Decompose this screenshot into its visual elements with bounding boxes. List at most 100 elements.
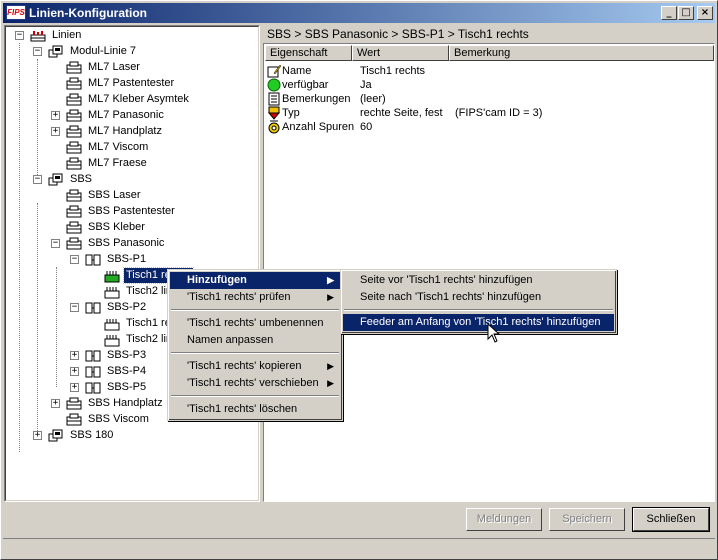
menu-item-check[interactable]: 'Tisch1 rechts' prüfen ▶ [170,289,340,306]
menu-item-label: Namen anpassen [187,334,274,346]
tree-label: SBS Handplatz [88,397,163,409]
placer-icon [85,254,101,266]
close-window-button[interactable]: × [697,6,713,20]
expand-icon[interactable]: + [70,383,79,392]
expand-icon[interactable]: + [33,431,42,440]
tree-view-frame: − Linien − Modul-Linie 7 ML7 Laser ML7 P… [5,26,259,501]
expand-icon[interactable]: + [70,367,79,376]
window-title: Linien-Konfiguration [29,6,147,20]
feeder-table-icon [104,319,120,331]
collapse-icon[interactable]: − [70,255,79,264]
property-name: Name [282,65,312,77]
menu-separator [171,352,339,354]
expand-icon[interactable]: + [51,111,60,120]
tree-label: ML7 Viscom [88,141,149,153]
property-note: (FIPS'cam ID = 3) [455,107,543,119]
menu-item-adjust-names[interactable]: Namen anpassen [170,332,340,349]
machine-icon [66,61,82,74]
feeder-table-icon [104,287,120,299]
placer-icon [85,382,101,394]
menu-item-rename[interactable]: 'Tisch1 rechts' umbenennen [170,315,340,332]
menu-item-label: 'Tisch1 rechts' prüfen [187,291,291,303]
menu-item-add-feeder-start[interactable]: Feeder am Anfang von 'Tisch1 rechts' hin… [343,314,614,331]
property-row[interactable]: Name Tisch1 rechts [266,64,706,78]
tree-label: SBS Panasonic [88,237,165,249]
property-row[interactable]: verfügbar Ja [266,78,706,92]
menu-item-label: Seite nach 'Tisch1 rechts' hinzufügen [360,291,542,303]
column-header-eigenschaft[interactable]: Eigenschaft [265,45,352,61]
column-header-bemerkung[interactable]: Bemerkung [449,45,714,61]
property-value: Tisch1 rechts [360,65,426,77]
type-icon [267,106,281,120]
menu-item-copy[interactable]: 'Tisch1 rechts' kopieren ▶ [170,358,340,375]
mouse-cursor-icon [487,323,500,343]
menu-item-add[interactable]: Hinzufügen ▶ [170,272,340,289]
tree-view[interactable]: − Linien − Modul-Linie 7 ML7 Laser ML7 P… [4,25,260,502]
menu-item-move[interactable]: 'Tisch1 rechts' verschieben ▶ [170,375,340,392]
collapse-icon[interactable]: − [33,175,42,184]
property-row[interactable]: Anzahl Spuren 60 [266,120,706,134]
close-button[interactable]: Schließen [633,508,709,531]
tree-label: ML7 Kleber Asymtek [88,93,189,105]
feeder-table-icon [104,335,120,347]
menu-item-label: 'Tisch1 rechts' kopieren [187,360,302,372]
menu-item-label: 'Tisch1 rechts' verschieben [187,377,319,389]
detail-pane: SBS > SBS Panasonic > SBS-P1 > Tisch1 re… [263,25,715,502]
maximize-button[interactable]: □ [678,6,694,20]
menu-separator [171,395,339,397]
property-row[interactable]: Typ rechte Seite, fest (FIPS'cam ID = 3) [266,106,706,120]
machine-icon [66,109,82,122]
expand-icon[interactable]: + [51,127,60,136]
module-line-icon [48,173,63,186]
machine-icon [66,205,82,218]
tree-label: SBS-P2 [107,301,147,313]
menu-item-add-page-after[interactable]: Seite nach 'Tisch1 rechts' hinzufügen [343,289,614,306]
placer-icon [85,350,101,362]
machine-icon [66,397,82,410]
expand-icon[interactable]: + [51,399,60,408]
production-line-icon [30,31,46,42]
collapse-icon[interactable]: − [33,47,42,56]
tree-connector [37,203,38,435]
menu-item-add-page-before[interactable]: Seite vor 'Tisch1 rechts' hinzufügen [343,272,614,289]
collapse-icon[interactable]: − [51,239,60,248]
tree-label: SBS-P5 [107,381,147,393]
tree-label: SBS-P3 [107,349,147,361]
context-menu: Hinzufügen ▶ 'Tisch1 rechts' prüfen ▶ 'T… [167,269,343,421]
tree-connector [19,43,20,452]
submenu-arrow-icon: ▶ [327,361,334,371]
machine-icon [66,141,82,154]
collapse-icon[interactable]: − [15,31,24,40]
tree-label: Linien [52,29,82,41]
machine-icon [66,189,82,202]
tree-label: ML7 Handplatz [88,125,162,137]
machine-icon [66,93,82,106]
property-name: Bemerkungen [282,93,351,105]
notes-icon [268,92,280,106]
collapse-icon[interactable]: − [70,303,79,312]
menu-separator [344,309,613,311]
tracks-icon [268,120,280,134]
minimize-button[interactable]: _ [661,6,677,20]
feeder-table-icon [104,271,120,283]
property-name: Typ [282,107,300,119]
property-value: 60 [360,121,373,133]
title-bar[interactable]: FIPS Linien-Konfiguration _ □ × [3,3,715,23]
column-header-wert[interactable]: Wert [352,45,449,61]
messages-button[interactable]: Meldungen [466,508,542,531]
property-value: (leer) [360,93,386,105]
tree-label: SBS Pastentester [88,205,175,217]
submenu: Seite vor 'Tisch1 rechts' hinzufügen Sei… [340,269,617,334]
tree-label: SBS-P1 [107,253,147,265]
tree-label: SBS Kleber [88,221,145,233]
property-name: Anzahl Spuren [282,121,355,133]
menu-item-delete[interactable]: 'Tisch1 rechts' löschen [170,401,340,418]
property-row[interactable]: Bemerkungen (leer) [266,92,706,106]
placer-icon [85,366,101,378]
machine-icon [66,157,82,170]
expand-icon[interactable]: + [70,351,79,360]
machine-icon [66,77,82,90]
tree-label: ML7 Pastentester [88,77,175,89]
save-button[interactable]: Speichern [549,508,625,531]
tree-connector [56,267,57,387]
